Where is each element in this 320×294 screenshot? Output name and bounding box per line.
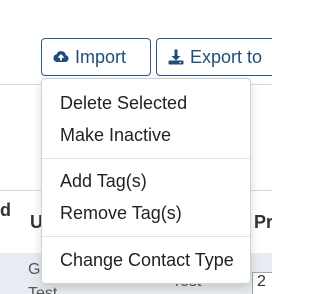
export-button-label: Export to [190, 46, 263, 67]
import-dropdown-menu: Delete Selected Make Inactive Add Tag(s)… [41, 78, 251, 284]
menu-item-make-inactive[interactable]: Make Inactive [42, 119, 250, 151]
row-input-field[interactable]: 2 [252, 272, 272, 294]
menu-item-change-contact-type[interactable]: Change Contact Type [42, 244, 250, 276]
menu-item-add-tags[interactable]: Add Tag(s) [42, 165, 250, 197]
menu-item-remove-tags[interactable]: Remove Tag(s) [42, 197, 250, 229]
column-header[interactable]: d [0, 200, 11, 221]
cloud-upload-icon [52, 48, 70, 66]
import-button[interactable]: Import [41, 38, 151, 76]
download-icon [167, 48, 185, 66]
menu-item-delete-selected[interactable]: Delete Selected [42, 87, 250, 119]
column-header[interactable]: Pr [254, 212, 272, 233]
export-button[interactable]: Export to [156, 38, 272, 76]
menu-divider [42, 236, 250, 237]
table-cell: Test [28, 285, 58, 294]
page: Import Export to d U Pr Gr Test Test 2 D… [0, 0, 272, 294]
menu-divider [42, 158, 250, 159]
import-button-label: Import [75, 46, 127, 67]
toolbar: Import Export to [0, 0, 272, 84]
